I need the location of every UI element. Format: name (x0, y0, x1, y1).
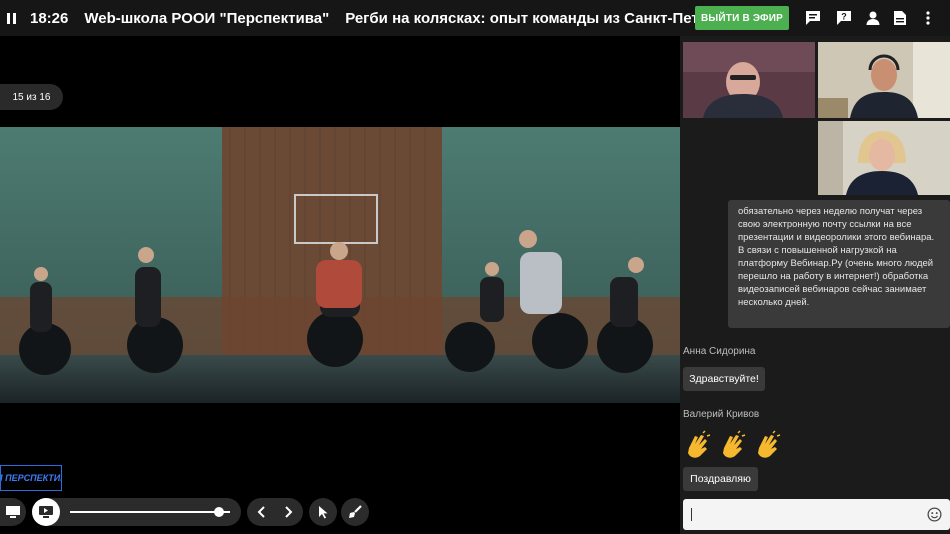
video-tile-2 (818, 42, 950, 118)
message-author: Анна Сидорина (683, 346, 756, 357)
webinar-app: 18:26 Web-школа РООИ "Перспектива" Регби… (0, 0, 950, 534)
message-author: Валерий Кривов (683, 409, 760, 420)
clapping-hands-icon (758, 430, 781, 458)
video-tile-3 (818, 121, 950, 195)
slide-photo (0, 127, 680, 403)
chat-input[interactable] (683, 499, 950, 530)
presenter-logo: ОИ ПЕРСПЕКТИВА (0, 465, 62, 491)
info-message: обязательно через неделю получат через с… (728, 200, 950, 328)
screen-share-button[interactable] (0, 498, 26, 526)
volume-slider[interactable] (70, 511, 230, 513)
message-bubble: Поздравляю (683, 467, 758, 491)
clock: 18:26 (30, 9, 69, 27)
text-cursor (691, 508, 692, 521)
media-icon[interactable] (32, 498, 60, 526)
document-icon[interactable] (890, 8, 910, 28)
info-message-text: обязательно через неделю получат через с… (738, 206, 935, 308)
message-bubble: Здравствуйте! (683, 367, 765, 391)
volume-slider-knob[interactable] (213, 507, 224, 517)
next-slide-icon (285, 506, 293, 518)
help-icon[interactable]: ? (834, 8, 854, 28)
pointer-icon[interactable] (309, 498, 337, 526)
prev-slide-icon (257, 506, 265, 518)
chat-icon[interactable] (803, 8, 823, 28)
more-icon[interactable] (918, 8, 938, 28)
pause-icon[interactable] (0, 0, 22, 36)
school-title: Web-школа РООИ "Перспектива" (84, 9, 330, 27)
slide-counter: 15 из 16 (0, 84, 63, 110)
svg-text:?: ? (841, 12, 847, 22)
clapping-hands-icon (688, 430, 711, 458)
brush-icon[interactable] (341, 498, 369, 526)
video-tile-1 (683, 42, 815, 118)
monitor-icon (6, 506, 20, 518)
user-icon[interactable] (863, 8, 883, 28)
clapping-hands-icon (723, 430, 746, 458)
slide-nav (247, 498, 303, 526)
emoji-picker-icon[interactable] (927, 507, 942, 522)
go-on-air-button[interactable]: ВЫЙТИ В ЭФИР (695, 6, 789, 30)
